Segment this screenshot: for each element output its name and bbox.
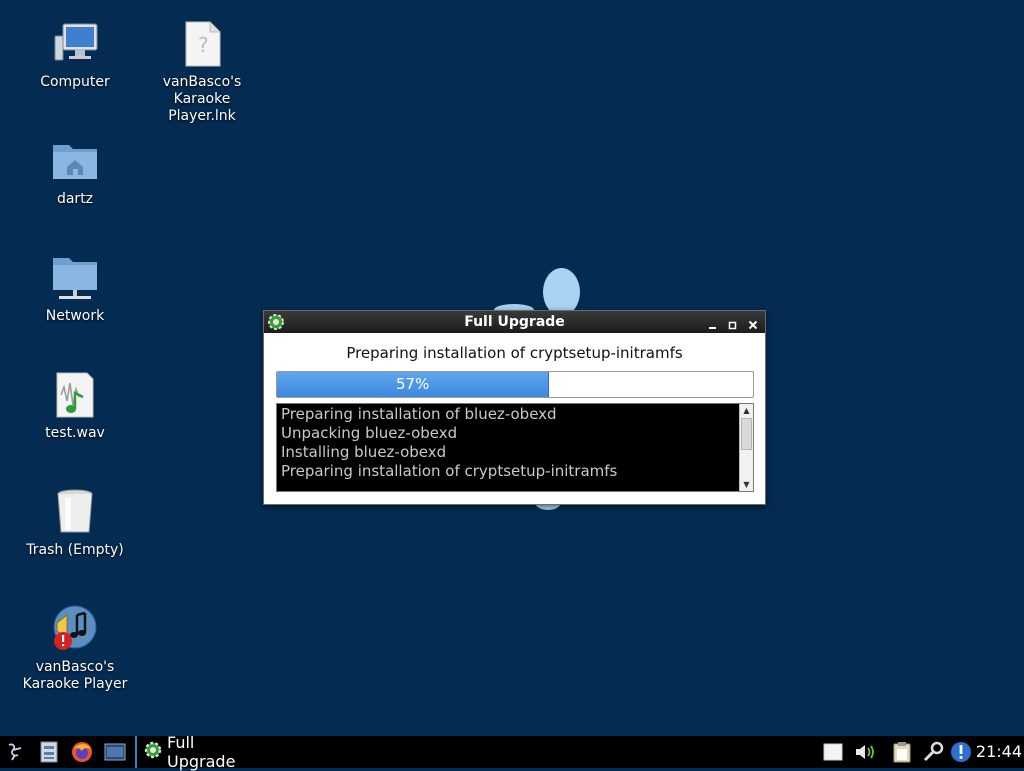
firefox-icon[interactable] <box>68 736 96 768</box>
home-folder-icon <box>51 137 99 185</box>
terminal-icon[interactable] <box>102 736 128 768</box>
notes-icon[interactable] <box>820 736 846 768</box>
desktop-icon-network[interactable]: Network <box>20 254 130 325</box>
file-manager-icon[interactable] <box>36 736 62 768</box>
desktop-icon-trash[interactable]: Trash (Empty) <box>20 488 130 559</box>
desktop-icon-label: vanBasco's Karaoke Player <box>22 659 128 692</box>
dialog-title: Full Upgrade <box>464 314 565 330</box>
network-folder-icon <box>51 254 99 302</box>
desktop-icon-computer[interactable]: Computer <box>20 20 130 91</box>
maximize-button[interactable] <box>727 316 739 330</box>
svg-text:?: ? <box>198 33 209 57</box>
upgrade-log[interactable]: Preparing installation of bluez-obexd Un… <box>276 403 754 492</box>
upgrade-status-text: Preparing installation of cryptsetup-ini… <box>346 344 683 362</box>
trash-icon <box>51 488 99 536</box>
log-line: Unpacking bluez-obexd <box>281 424 458 442</box>
shortcut-file-icon: ? <box>178 20 226 68</box>
desktop-icon-label: test.wav <box>45 425 105 441</box>
start-menu-icon[interactable] <box>2 736 28 768</box>
clock[interactable]: 21:44 <box>976 736 1022 768</box>
taskbar-task-label: Full Upgrade <box>167 733 236 771</box>
dialog-titlebar[interactable]: Full Upgrade <box>264 311 765 333</box>
desktop-icon-label: Network <box>45 308 105 324</box>
log-line: Installing bluez-obexd <box>281 443 447 461</box>
log-line: Preparing installation of bluez-obexd <box>281 405 557 423</box>
volume-icon[interactable] <box>852 736 880 768</box>
desktop-icon-label: dartz <box>56 191 94 207</box>
desktop-icon-test-wav[interactable]: test.wav <box>20 371 130 442</box>
network-tool-icon[interactable] <box>920 736 946 768</box>
karaoke-app-icon <box>51 605 99 653</box>
log-scrollbar[interactable]: ▲ ▼ <box>739 404 753 491</box>
desktop-icon-karaoke-shortcut[interactable]: ? vanBasco's Karaoke Player.lnk <box>147 20 257 125</box>
upgrade-progress-bar: 57% <box>276 371 754 398</box>
desktop-icon-label: vanBasco's Karaoke Player.lnk <box>162 74 242 124</box>
gear-icon <box>267 313 285 331</box>
scroll-thumb[interactable] <box>741 418 752 450</box>
scroll-up-icon[interactable]: ▲ <box>740 404 753 417</box>
log-line: Preparing installation of cryptsetup-ini… <box>281 462 618 480</box>
desktop-icon-label: Computer <box>40 74 110 90</box>
gear-icon <box>143 740 163 764</box>
close-button[interactable] <box>747 316 759 330</box>
scroll-down-icon[interactable]: ▼ <box>740 478 753 491</box>
audio-file-icon <box>51 371 99 419</box>
clipboard-icon[interactable] <box>888 736 916 768</box>
computer-icon <box>51 20 99 68</box>
desktop-icon-karaoke-player[interactable]: vanBasco's Karaoke Player <box>20 605 130 693</box>
update-notifier-icon[interactable] <box>948 736 974 768</box>
desktop-icon-dartz[interactable]: dartz <box>20 137 130 208</box>
minimize-button[interactable] <box>707 316 719 329</box>
taskbar: Full Upgrade 21:44 <box>0 733 1024 771</box>
full-upgrade-dialog: Full Upgrade Preparing installation of c… <box>263 310 766 505</box>
taskbar-full-upgrade-button[interactable]: Full Upgrade <box>135 733 265 771</box>
progress-percent: 57% <box>395 375 430 393</box>
desktop-icon-label: Trash (Empty) <box>26 542 124 558</box>
